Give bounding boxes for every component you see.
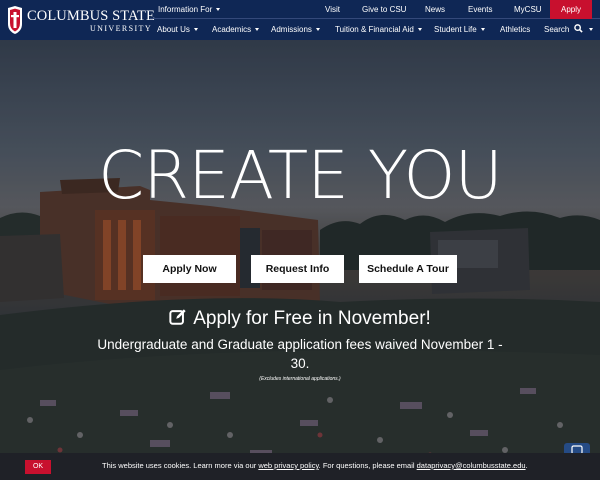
nav-academics[interactable]: Academics	[212, 20, 260, 40]
caret-down-icon	[255, 28, 260, 31]
logo-name: Columbus State	[27, 8, 155, 24]
nav-student-life[interactable]: Student Life	[434, 20, 485, 40]
caret-down-icon	[417, 28, 422, 31]
cookie-ok-button[interactable]: OK	[25, 460, 51, 474]
nav-academics-label: Academics	[212, 25, 252, 34]
cookie-text-prefix: This website uses cookies. Learn more vi…	[102, 461, 257, 470]
mycsu-link[interactable]: MyCSU	[514, 0, 542, 19]
schedule-tour-button[interactable]: Schedule A Tour	[359, 255, 457, 283]
utility-nav: Information For Visit Give to CSU News E…	[150, 0, 600, 19]
nav-admissions-label: Admissions	[271, 25, 312, 34]
privacy-policy-link[interactable]: web privacy policy	[258, 461, 318, 470]
nav-tuition[interactable]: Tuition & Financial Aid	[335, 20, 422, 40]
nav-admissions[interactable]: Admissions	[271, 20, 320, 40]
caret-down-icon	[216, 8, 221, 11]
nav-about-label: About Us	[157, 25, 190, 34]
request-info-button[interactable]: Request Info	[251, 255, 344, 283]
logo-subname: UNIVERSITY	[90, 24, 152, 33]
nav-about[interactable]: About Us	[157, 20, 198, 40]
university-logo[interactable]: Columbus State UNIVERSITY	[6, 5, 155, 35]
apply-button[interactable]: Apply	[550, 0, 592, 19]
nav-student-life-label: Student Life	[434, 25, 477, 34]
cookie-text-suffix: .	[525, 461, 528, 470]
nav-search[interactable]: Search	[544, 20, 593, 40]
nav-search-label: Search	[544, 25, 570, 34]
information-for-label: Information For	[158, 5, 213, 14]
cookie-banner: OK This website uses cookies. Learn more…	[0, 453, 600, 480]
nav-athletics[interactable]: Athletics	[500, 20, 530, 40]
information-for-menu[interactable]: Information For	[158, 0, 221, 19]
hero-headline: CREATE YOU	[98, 137, 503, 214]
events-link[interactable]: Events	[468, 0, 492, 19]
visit-link[interactable]: Visit	[325, 0, 340, 19]
cookie-text-middle: . For questions, please email	[318, 461, 415, 470]
give-link[interactable]: Give to CSU	[362, 0, 406, 19]
search-icon	[573, 24, 583, 33]
promo-title-text: Apply for Free in November!	[193, 308, 431, 329]
promo-subtitle: Undergraduate and Graduate application f…	[97, 337, 503, 371]
nav-tuition-label: Tuition & Financial Aid	[335, 25, 414, 34]
apply-now-button[interactable]: Apply Now	[143, 255, 236, 283]
hero-banner: CREATE YOU Apply Now Request Info Schedu…	[0, 40, 600, 480]
main-nav: About Us Academics Admissions Tuition & …	[150, 20, 600, 40]
news-link[interactable]: News	[425, 0, 445, 19]
crest-icon	[8, 6, 22, 34]
promo-title: Apply for Free in November!	[0, 308, 600, 330]
edit-square-icon	[169, 309, 186, 325]
caret-down-icon	[588, 28, 593, 31]
cookie-message: This website uses cookies. Learn more vi…	[102, 461, 528, 470]
privacy-email-link[interactable]: dataprivacy@columbusstate.edu	[417, 461, 526, 470]
caret-down-icon	[193, 28, 198, 31]
promo-note: (Excludes international applications.)	[259, 376, 341, 382]
caret-down-icon	[480, 28, 485, 31]
caret-down-icon	[315, 28, 320, 31]
site-header: Columbus State UNIVERSITY Information Fo…	[0, 0, 600, 40]
